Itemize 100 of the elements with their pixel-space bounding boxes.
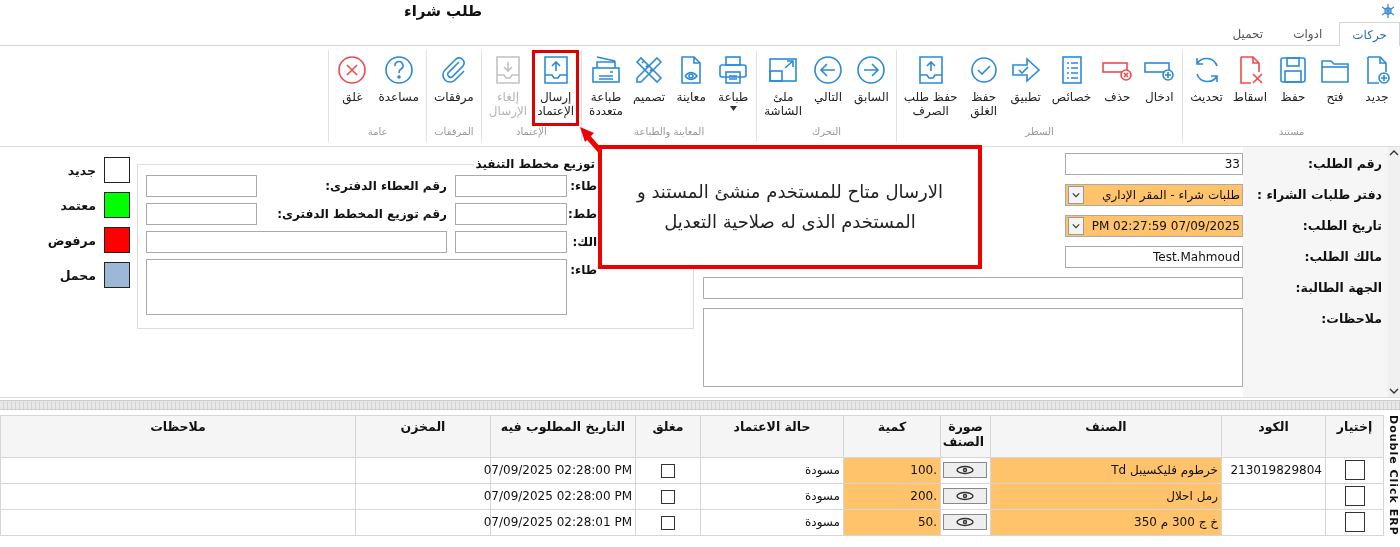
table-cell: 200. — [910, 489, 937, 504]
table-cell: 07/09/2025 02:28:01 PM — [483, 515, 632, 530]
image-button[interactable] — [943, 488, 987, 505]
toolbar-button[interactable]: التالي — [807, 50, 850, 126]
field-label: رقم توزيع المخطط الدفترى: — [276, 206, 447, 224]
column-header: إختيار — [1325, 415, 1384, 458]
table-cell: مسودة — [700, 509, 844, 536]
input-field[interactable] — [455, 203, 567, 225]
group-label: المعاينة والطباعة — [633, 126, 706, 140]
toolbar-button[interactable]: السابق — [849, 50, 894, 126]
field-label: طاء: — [569, 178, 597, 195]
window-title: طلب شراء — [404, 2, 483, 20]
table-cell: 07/09/2025 02:28:00 PM — [483, 489, 632, 504]
toolbar-button[interactable]: مرفقات — [429, 50, 479, 126]
toolbar-button[interactable]: إرسال الإعتماد — [532, 50, 580, 126]
ribbon-tab[interactable]: ادوات — [1280, 22, 1336, 45]
field-label: الك: — [571, 234, 597, 251]
checkbox[interactable] — [1344, 460, 1365, 481]
printer-icon — [717, 54, 750, 86]
field-label: رقم العطاء الدفترى: — [324, 178, 447, 195]
input-field[interactable] — [146, 175, 257, 197]
checkbox[interactable] — [1344, 486, 1365, 507]
toolbar-button[interactable]: تصميم — [627, 50, 671, 126]
arrow-check-icon — [1009, 54, 1042, 86]
text-area[interactable] — [146, 259, 567, 315]
column-header: المخزن — [355, 415, 491, 458]
image-button[interactable] — [943, 462, 987, 479]
toolbar-button[interactable]: حذف — [1096, 50, 1139, 126]
group-title: توزيع مخطط التنفيذ — [474, 157, 596, 171]
chevron-down-icon — [1389, 387, 1399, 395]
close-icon — [336, 54, 369, 86]
toolbar-button[interactable]: مساعدة — [373, 50, 424, 126]
legend-label: محمل — [59, 267, 96, 283]
field-label: دفتر طلبات الشراء : — [1256, 186, 1383, 204]
input-field[interactable]: Test.Mahmoud — [1065, 246, 1243, 268]
column-header: التاريخ المطلوب فيه — [490, 415, 636, 458]
column-header: الكود — [1221, 415, 1326, 458]
table-cell: مسودة — [700, 483, 844, 510]
field-label: طط: — [567, 206, 597, 223]
toolbar-button[interactable]: ادخال — [1138, 50, 1181, 126]
dropdown-field[interactable]: طلبات شراء - المقر الإداري — [1065, 184, 1243, 206]
checkbox[interactable] — [661, 489, 675, 504]
toolbar-button[interactable]: طباعة متعددة — [584, 50, 628, 126]
chevron-down-icon — [1068, 217, 1084, 235]
input-field[interactable] — [703, 277, 1243, 299]
group-label: الإعتماد — [515, 126, 548, 140]
input-field[interactable]: 33 — [1065, 153, 1243, 175]
field-label: الجهة الطالبة: — [1294, 279, 1383, 297]
eye-icon — [954, 490, 976, 503]
date-picker[interactable]: 07/09/2025 02:27:59 PM — [1065, 215, 1243, 237]
fax-printer-icon — [590, 54, 622, 86]
legend-label: مرفوض — [47, 232, 96, 248]
input-field[interactable] — [146, 203, 257, 225]
text-area[interactable] — [703, 308, 1243, 387]
field-label: رقم الطلب: — [1306, 155, 1383, 173]
chevron-up-icon — [1389, 149, 1399, 157]
eye-icon — [954, 464, 976, 477]
callout-text: الارسال متاح للمستخدم منشئ المستند و المستخدم الذى له صلاحية التعديل — [637, 180, 943, 234]
input-field[interactable] — [146, 231, 447, 253]
splitter[interactable] — [0, 400, 1400, 410]
toolbar-button[interactable]: حفظ — [1272, 50, 1314, 126]
table-cell: 50. — [917, 515, 937, 530]
help-icon — [382, 54, 415, 86]
image-button[interactable] — [943, 514, 987, 531]
legend-label: معتمد — [60, 197, 96, 213]
checkbox[interactable] — [661, 463, 675, 478]
chevron-down-icon — [1068, 186, 1084, 204]
toolbar-button[interactable]: غلق — [331, 50, 374, 126]
toolbar-button[interactable]: معاينة — [670, 50, 713, 126]
table-cell: 07/09/2025 02:28:00 PM — [483, 463, 632, 478]
column-header: حالة الاعتماد — [700, 415, 844, 458]
toolbar-button[interactable]: ملئ الشاشة — [759, 50, 808, 126]
group-label: المرفقات — [433, 126, 475, 139]
ribbon-tab[interactable]: تحميل — [1219, 22, 1277, 45]
field-label: تاريخ الطلب: — [1301, 217, 1383, 235]
group-label: السطر — [1023, 126, 1055, 139]
group-label: التحرك — [810, 126, 842, 139]
input-field[interactable] — [455, 231, 567, 253]
toolbar-button[interactable]: حفظ طلب الصرف — [898, 50, 963, 126]
input-field[interactable] — [455, 175, 567, 197]
column-header: كمية — [843, 415, 941, 458]
toolbar-button[interactable]: طباعة — [712, 50, 755, 126]
table-cell: خرطوم فليكسيبل Td — [990, 457, 1222, 484]
field-label: طاء: — [569, 262, 597, 279]
ribbon-tab[interactable]: حركات — [1339, 22, 1400, 46]
field-label: ملاحظات: — [1320, 310, 1383, 328]
toolbar-button[interactable]: اسقاط — [1227, 50, 1272, 126]
table-cell: خ ج 300 م 350 — [990, 509, 1222, 536]
save-icon — [1277, 54, 1309, 86]
toolbar-button[interactable]: فتح — [1314, 50, 1356, 126]
checkbox[interactable] — [1344, 512, 1365, 533]
toolbar-button[interactable]: حفظ الغلق — [962, 50, 1005, 126]
checkbox[interactable] — [661, 515, 675, 530]
toolbar-button[interactable]: جديد — [1356, 50, 1398, 126]
toolbar-button[interactable]: تحديث — [1185, 50, 1228, 126]
scroll-bar[interactable] — [1388, 147, 1400, 397]
toolbar-button[interactable]: خصائص — [1046, 50, 1097, 126]
side-label: Double Click ERP — [1386, 415, 1400, 536]
column-header: مغلق — [635, 415, 701, 458]
toolbar-button[interactable]: تطبيق — [1004, 50, 1047, 126]
